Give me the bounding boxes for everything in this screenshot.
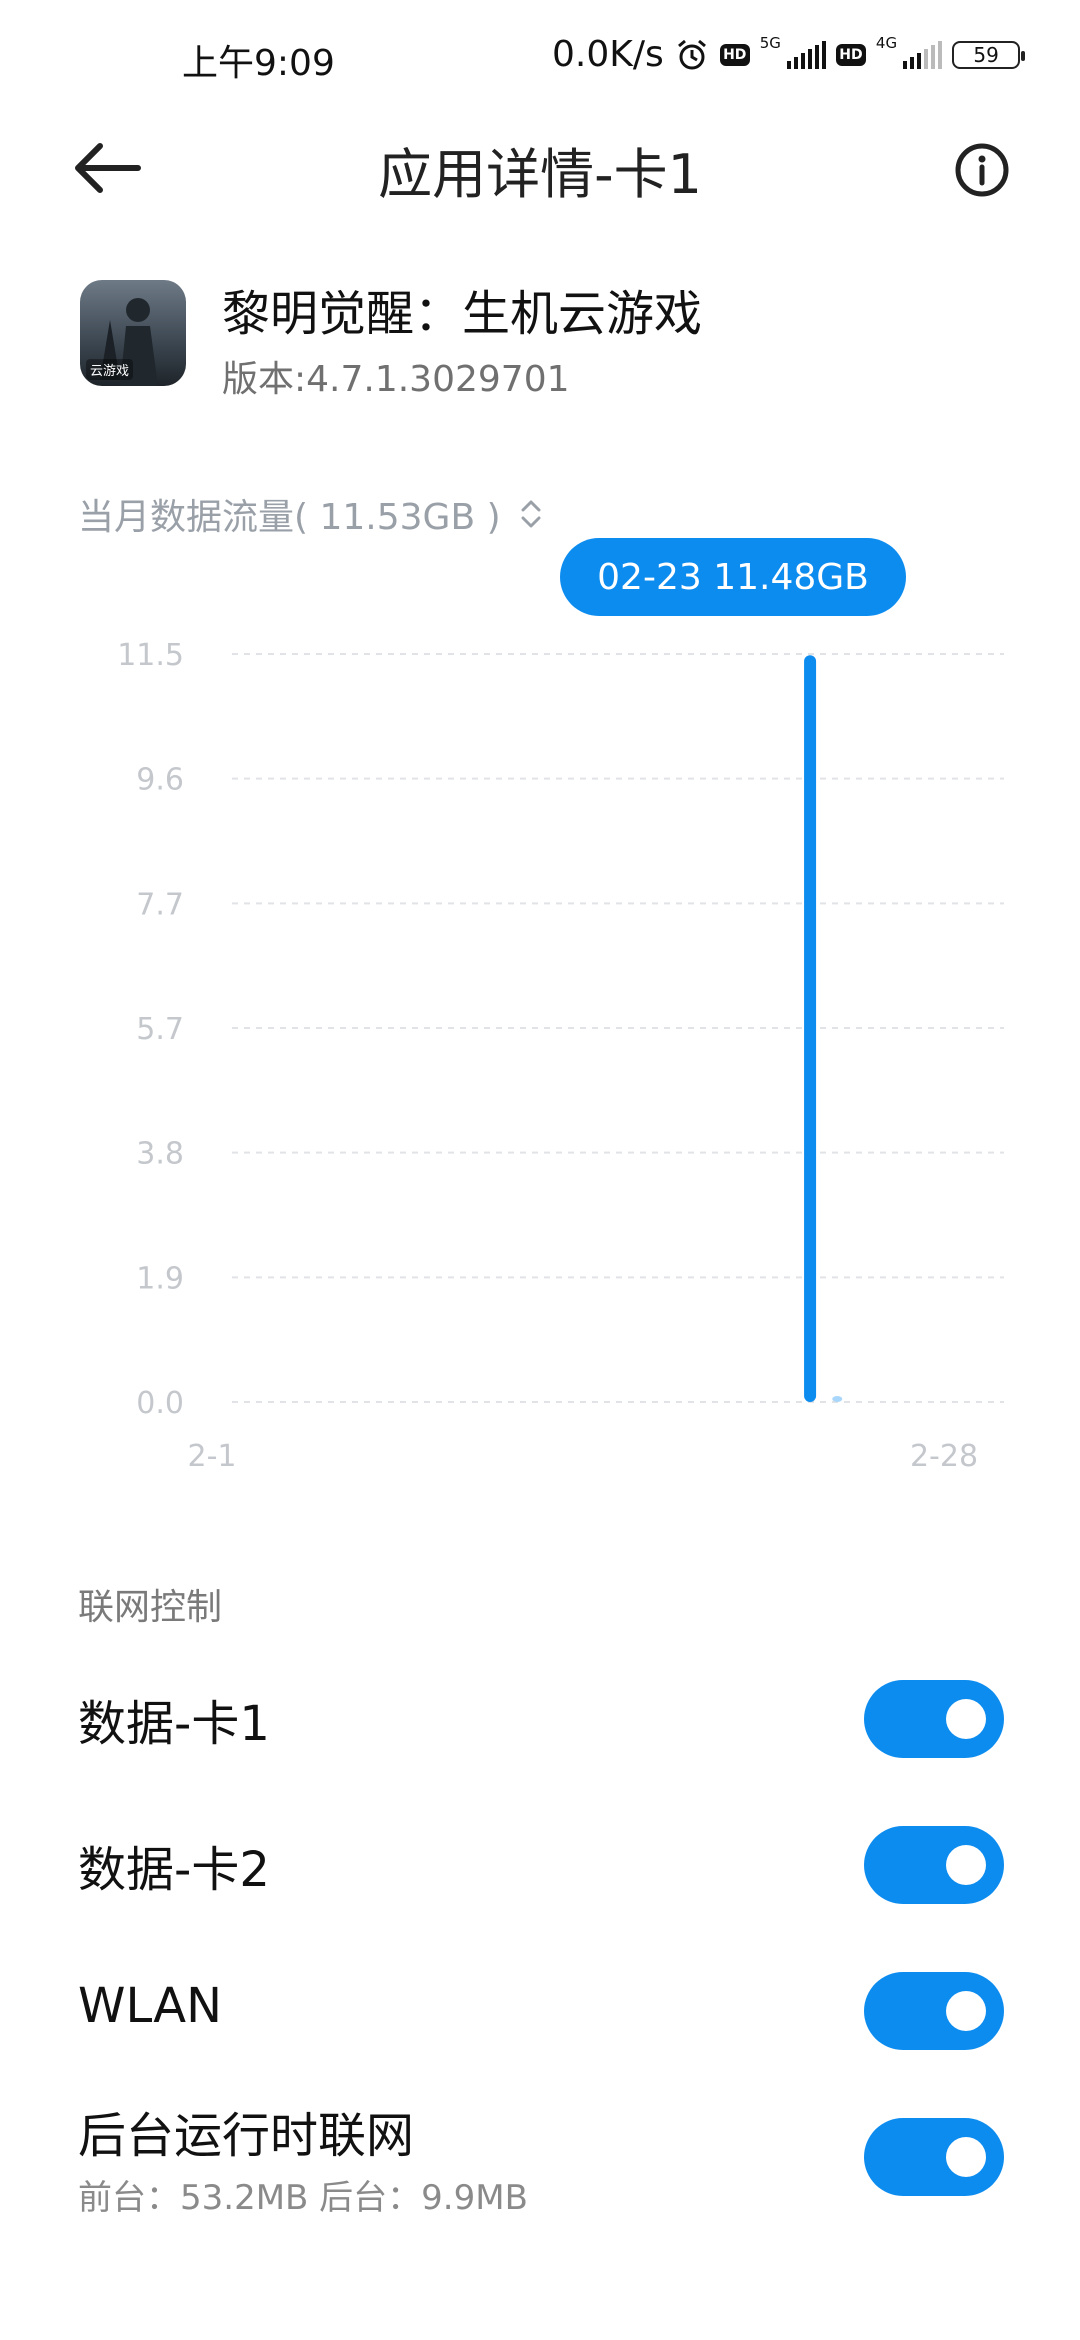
alarm-icon [677, 39, 706, 69]
chart-tooltip: 02-23 11.48GB [560, 538, 906, 616]
sim2-network-type: 4G [875, 34, 898, 52]
monthly-usage-selector[interactable]: 当月数据流量( 11.53GB ) [78, 488, 543, 540]
signal-icon-sim2 [903, 40, 943, 69]
toggle-knob [946, 2137, 986, 2177]
toggle-knob [946, 1991, 986, 2031]
usage-chart[interactable]: 11.5 9.6 7.7 5.7 3.8 1.9 0.02-1 2-28 [0, 620, 1080, 1500]
hd-badge-sim1: HD [719, 43, 750, 66]
hd-badge-sim2: HD [835, 43, 866, 66]
app-icon: 云游戏 [80, 280, 186, 386]
info-button[interactable] [952, 140, 1012, 200]
y-tick-label: 0.0 [136, 1386, 184, 1421]
x-tick-label-end: 2-28 [910, 1439, 978, 1474]
chevron-up-down-icon [521, 500, 541, 528]
battery-icon: 59 [952, 40, 1026, 69]
wlan-toggle[interactable] [864, 1972, 1004, 2050]
usage-bar[interactable] [832, 1396, 843, 1402]
usage-bar[interactable] [804, 655, 817, 1402]
x-tick-label-start: 2-1 [188, 1439, 237, 1474]
sim1-network-type: 5G [759, 34, 781, 52]
network-control-label: 联网控制 [78, 1587, 223, 1628]
signal-icon-sim1 [786, 40, 826, 69]
data-sim2-toggle[interactable] [864, 1826, 1004, 1904]
info-icon [955, 143, 1009, 197]
y-tick-label: 11.5 [117, 638, 184, 673]
background-usage-detail: 前台：53.2MB 后台：9.9MB [78, 2178, 528, 2218]
monthly-usage-label: 当月数据流量( 11.53GB ) [78, 497, 501, 538]
status-time: 上午9:09 [182, 43, 335, 84]
app-icon-tag: 云游戏 [86, 359, 134, 380]
data-sim1-label: 数据-卡1 [78, 1696, 270, 1752]
y-tick-label: 9.6 [136, 763, 184, 798]
app-name: 黎明觉醒：生机云游戏 [222, 286, 703, 342]
toggle-knob [946, 1699, 986, 1739]
y-tick-label: 1.9 [136, 1261, 184, 1296]
status-icons: 0.0K/s HD 5G HD 4G 59 [552, 34, 1026, 75]
y-tick-label: 5.7 [136, 1012, 184, 1047]
app-version: 版本:4.7.1.3029701 [222, 359, 570, 400]
data-sim2-label: 数据-卡2 [78, 1842, 270, 1898]
data-sim1-toggle[interactable] [864, 1680, 1004, 1758]
network-speed: 0.0K/s [552, 34, 664, 75]
wlan-label: WLAN [78, 1978, 223, 2034]
y-tick-label: 3.8 [136, 1137, 184, 1172]
battery-level: 59 [973, 42, 999, 67]
background-network-toggle[interactable] [864, 2118, 1004, 2196]
page-title: 应用详情-卡1 [378, 143, 702, 206]
toggle-knob [946, 1845, 986, 1885]
y-tick-label: 7.7 [136, 887, 184, 922]
background-network-label: 后台运行时联网 [78, 2108, 415, 2164]
